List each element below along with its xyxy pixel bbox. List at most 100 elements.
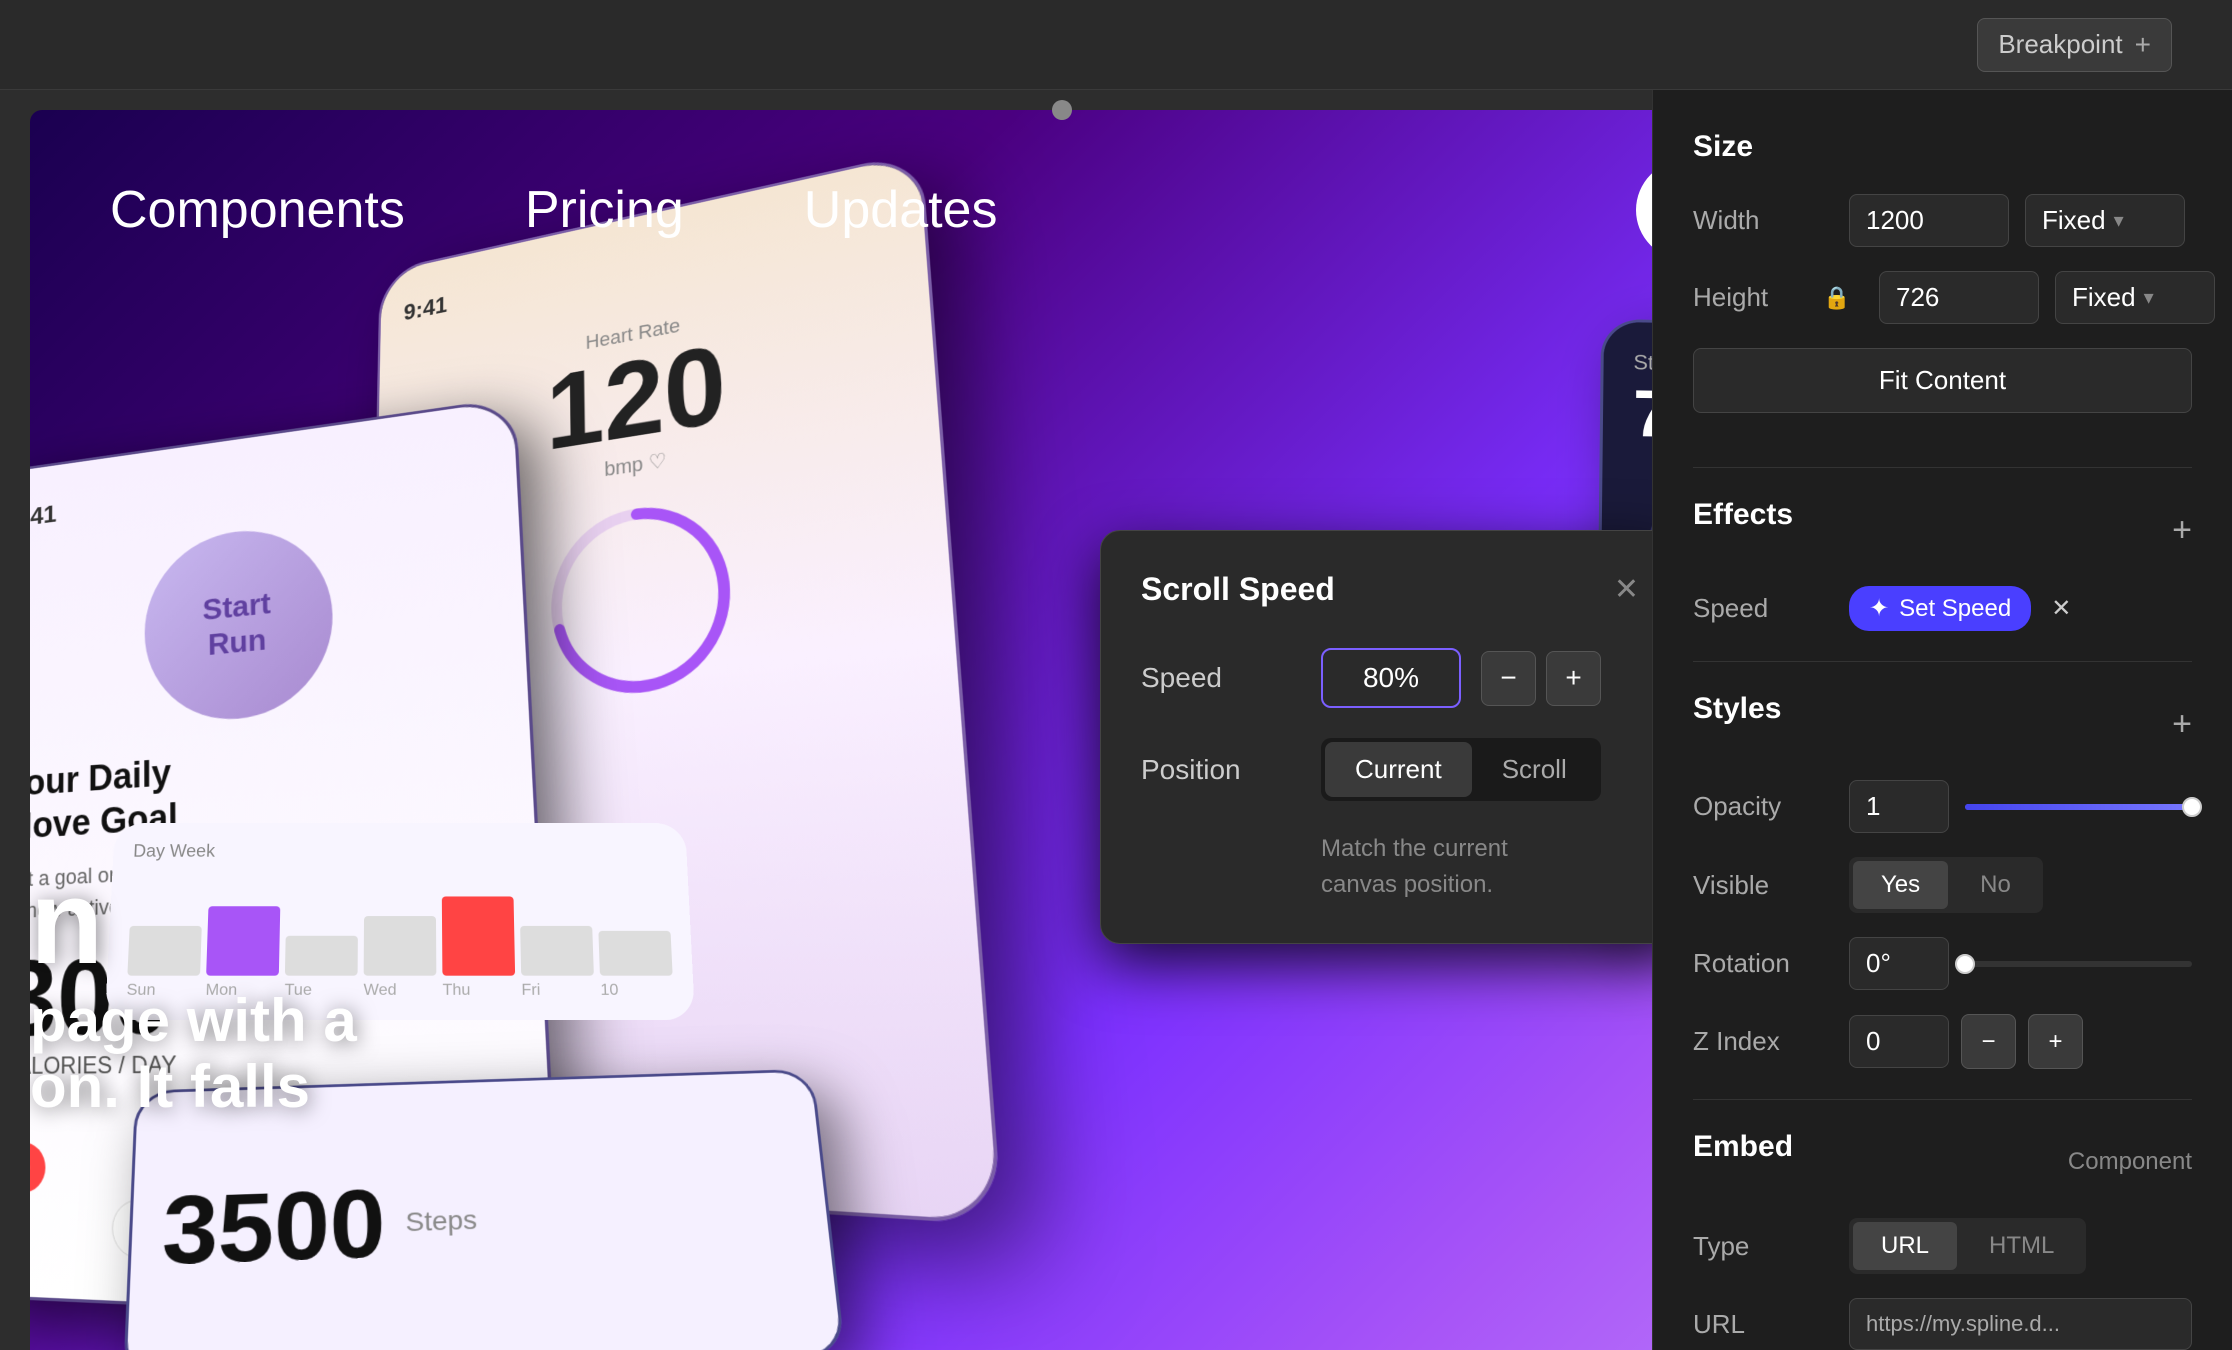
phone-left-time: 9:41 (30, 442, 485, 534)
headline-sub2: on. It falls (30, 1054, 357, 1120)
speed-pill-label: Set Speed (1899, 595, 2011, 623)
rotation-row: Rotation (1693, 937, 2192, 990)
size-title: Size (1693, 130, 2192, 164)
hint-line2: canvas position. (1321, 871, 1493, 898)
breakpoint-button[interactable]: Breakpoint + (1977, 18, 2172, 72)
styles-add-button[interactable]: + (2172, 705, 2192, 744)
effects-header: Effects + (1693, 498, 2192, 562)
rotation-slider[interactable] (1965, 961, 2192, 967)
z-index-label: Z Index (1693, 1026, 1833, 1057)
width-input[interactable] (1849, 194, 2009, 247)
heart-rate-value: 120 (546, 329, 729, 467)
nav-link-updates[interactable]: Updates (804, 180, 998, 240)
type-html-button[interactable]: HTML (1961, 1222, 2082, 1270)
width-mode-select[interactable]: Fixed ▾ (2025, 194, 2185, 247)
steps-value: 720 (1633, 375, 1652, 455)
speed-steppers: − + (1481, 651, 1601, 706)
height-label: Height (1693, 282, 1833, 313)
opacity-row: Opacity (1693, 780, 2192, 833)
modal-hint: Match the current canvas position. (1321, 831, 1639, 903)
nav-link-components[interactable]: Components (110, 180, 405, 240)
scroll-speed-modal: Scroll Speed ✕ Speed − + Position Curren… (1100, 530, 1652, 944)
visible-toggle-group: Yes No (1849, 857, 2043, 913)
effects-speed-label: Speed (1693, 593, 1833, 624)
position-scroll-tab[interactable]: Scroll (1472, 742, 1597, 797)
start-run-button[interactable]: StartRun (144, 520, 335, 726)
modal-close-button[interactable]: ✕ (1614, 572, 1639, 607)
styles-section: Styles + Opacity Visible Yes (1693, 692, 2192, 1069)
url-row: URL (1693, 1298, 2192, 1350)
lock-icon: 🔒 (1823, 285, 1850, 311)
calories-minus-button[interactable]: − (30, 1142, 46, 1194)
speed-pill[interactable]: ✦ Set Speed (1849, 586, 2031, 631)
visible-yes-button[interactable]: Yes (1853, 861, 1948, 909)
height-mode-select[interactable]: Fixed ▾ (2055, 271, 2215, 324)
divider-1 (1693, 467, 2192, 468)
canvas-area[interactable]: Components Pricing Updates SIGN UP 9:41 … (0, 90, 1652, 1350)
type-url-button[interactable]: URL (1853, 1222, 1957, 1270)
rotation-input[interactable] (1849, 937, 1949, 990)
speed-plus-button[interactable]: + (1546, 651, 1601, 706)
position-tabs: Current Scroll (1321, 738, 1601, 801)
embed-section: Embed Component Type URL HTML URL Some w… (1693, 1130, 2192, 1350)
position-current-tab[interactable]: Current (1325, 742, 1472, 797)
divider-2 (1693, 661, 2192, 662)
type-row: Type URL HTML (1693, 1218, 2192, 1274)
rotation-label: Rotation (1693, 948, 1833, 979)
nav-link-pricing[interactable]: Pricing (525, 180, 684, 240)
embed-component-label: Component (2068, 1148, 2192, 1176)
url-label: URL (1693, 1309, 1833, 1340)
speed-effect-row: Speed ✦ Set Speed ✕ (1693, 586, 2192, 631)
speed-pill-container: ✦ Set Speed ✕ (1849, 586, 2071, 631)
effects-add-button[interactable]: + (2172, 511, 2192, 550)
speed-pill-remove-button[interactable]: ✕ (2051, 594, 2071, 623)
speed-row: Speed − + (1141, 648, 1639, 708)
nav-links: Components Pricing Updates (110, 180, 997, 240)
breakpoint-label: Breakpoint (1998, 29, 2122, 60)
signup-button[interactable]: SIGN UP (1636, 160, 1652, 260)
heart-ring (538, 481, 748, 715)
height-row: Height 🔒 Fixed ▾ (1693, 271, 2192, 324)
star-icon: ✦ (1869, 594, 1889, 623)
styles-title: Styles (1693, 692, 1781, 726)
hint-line1: Match the current (1321, 835, 1508, 862)
modal-header: Scroll Speed ✕ (1141, 571, 1639, 608)
visible-label: Visible (1693, 870, 1833, 901)
width-label: Width (1693, 205, 1833, 236)
z-index-minus-button[interactable]: − (1961, 1014, 2016, 1069)
modal-title: Scroll Speed (1141, 571, 1335, 608)
headline-n: n (30, 856, 357, 988)
z-index-stepper: − + (1849, 1014, 2192, 1069)
url-input[interactable] (1849, 1298, 2192, 1350)
breakpoint-plus-icon: + (2135, 29, 2151, 61)
size-section: Size Width Fixed ▾ Height 🔒 Fixed ▾ (1693, 130, 2192, 437)
top-bar: Breakpoint + (0, 0, 2232, 90)
main-area: Components Pricing Updates SIGN UP 9:41 … (0, 90, 2232, 1350)
z-index-plus-button[interactable]: + (2028, 1014, 2083, 1069)
speed-label: Speed (1141, 662, 1301, 694)
width-row: Width Fixed ▾ (1693, 194, 2192, 247)
opacity-label: Opacity (1693, 791, 1833, 822)
height-input[interactable] (1879, 271, 2039, 324)
opacity-input[interactable] (1849, 780, 1949, 833)
z-index-input[interactable] (1849, 1015, 1949, 1068)
type-label: Type (1693, 1231, 1833, 1262)
effects-section: Effects + Speed ✦ Set Speed ✕ (1693, 498, 2192, 631)
right-panel: Size Width Fixed ▾ Height 🔒 Fixed ▾ (1652, 90, 2232, 1350)
embed-header: Embed Component (1693, 1130, 2192, 1194)
headline-text: n page with a on. It falls (30, 856, 357, 1120)
position-label: Position (1141, 754, 1301, 786)
styles-header: Styles + (1693, 692, 2192, 756)
headline-sub1: page with a (30, 988, 357, 1054)
fit-content-button[interactable]: Fit Content (1693, 348, 2192, 413)
speed-input[interactable] (1321, 648, 1461, 708)
visible-no-button[interactable]: No (1952, 861, 2039, 909)
position-row: Position Current Scroll (1141, 738, 1639, 801)
steps-bottom-label: Steps (405, 1205, 477, 1238)
width-mode-label: Fixed (2042, 205, 2106, 236)
selection-handle[interactable] (1052, 100, 1072, 120)
divider-3 (1693, 1099, 2192, 1100)
visible-row: Visible Yes No (1693, 857, 2192, 913)
speed-minus-button[interactable]: − (1481, 651, 1536, 706)
opacity-slider[interactable] (1965, 804, 2192, 810)
